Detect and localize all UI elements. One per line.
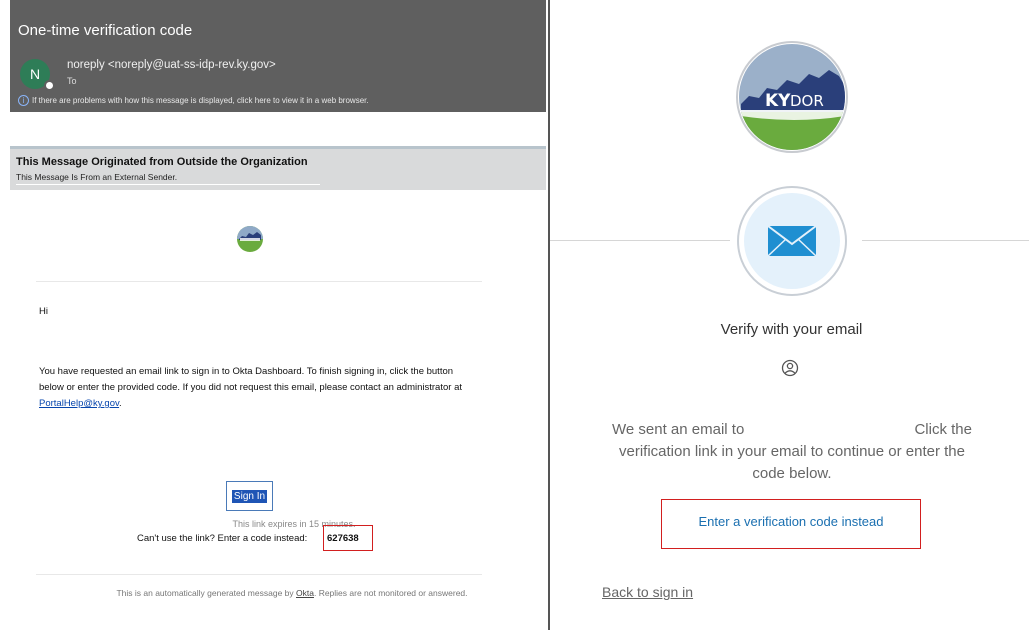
email-footer: This is an automatically generated messa… [0, 588, 548, 598]
body-text: You have requested an email link to sign… [39, 366, 462, 393]
verify-pane: KY DOR Verify with your email We sent an… [550, 0, 1029, 630]
section-divider-left [550, 240, 730, 241]
okta-link[interactable]: Okta [296, 588, 314, 598]
kydor-logo-small-icon [237, 226, 263, 252]
body-end: . [119, 398, 122, 409]
email-divider [36, 281, 482, 282]
email-body-text: You have requested an email link to sign… [39, 364, 469, 412]
sent-text-part1: We sent an email to [612, 421, 745, 438]
footer-divider [36, 574, 482, 575]
sent-email-first-line: We sent an email to Click the [612, 419, 972, 441]
email-authenticator-badge [737, 186, 847, 296]
user-circle-icon [781, 359, 799, 377]
email-subject: One-time verification code [18, 22, 193, 39]
link-expiry-text: This link expires in 15 minutes. [232, 519, 356, 529]
envelope-icon [767, 225, 817, 257]
footer-text: This is an automatically generated messa… [116, 588, 294, 598]
info-icon: i [18, 95, 29, 106]
admin-email-link[interactable]: PortalHelp@ky.gov [39, 398, 119, 409]
logo-text-dor: DOR [790, 92, 824, 110]
sign-in-button[interactable]: Sign In [226, 481, 273, 511]
email-header: One-time verification code N noreply <no… [10, 0, 546, 112]
code-prompt: Can't use the link? Enter a code instead… [137, 533, 308, 544]
verify-title: Verify with your email [720, 321, 863, 338]
back-to-sign-in-link[interactable]: Back to sign in [602, 584, 693, 600]
sent-text-part2: Click the [914, 421, 972, 438]
to-label: To [67, 76, 77, 86]
greeting: Hi [39, 306, 48, 317]
kydor-logo: KY DOR [736, 41, 848, 153]
presence-status-icon [44, 80, 55, 91]
display-notice-link[interactable]: If there are problems with how this mess… [32, 96, 369, 105]
banner-subtitle: This Message Is From an External Sender. [16, 172, 178, 182]
external-sender-banner: This Message Originated from Outside the… [10, 146, 546, 190]
footer-end: . Replies are not monitored or answered. [313, 588, 468, 598]
verification-code: 627638 [327, 533, 359, 544]
enter-code-instead-link[interactable]: Enter a verification code instead [661, 514, 921, 529]
email-pane: One-time verification code N noreply <no… [0, 0, 548, 630]
sender-address[interactable]: noreply <noreply@uat-ss-idp-rev.ky.gov> [67, 59, 276, 71]
logo-text-ky: KY [765, 91, 791, 111]
section-divider-right [862, 240, 1029, 241]
email-authenticator-badge-inner [744, 193, 840, 289]
sign-in-label: Sign In [231, 489, 268, 503]
banner-title: This Message Originated from Outside the… [16, 156, 308, 168]
sent-email-message: We sent an email to Click the verificati… [612, 419, 972, 485]
sent-text-rest: verification link in your email to conti… [618, 443, 965, 482]
banner-divider [16, 184, 320, 185]
